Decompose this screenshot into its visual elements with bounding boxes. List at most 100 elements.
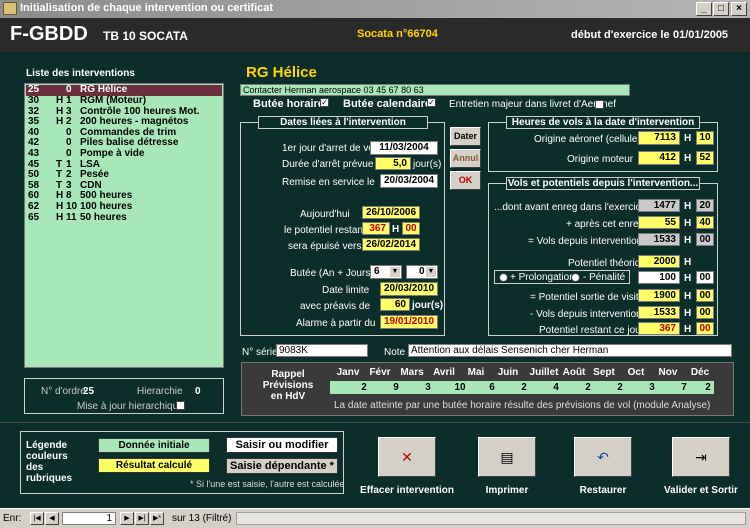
origine-aeronef-minutes[interactable]: 10 xyxy=(696,131,714,145)
new-record-button[interactable]: ▶* xyxy=(150,512,164,525)
month-label: Janv xyxy=(336,367,360,378)
window-titlebar: Initialisation de chaque intervention ou… xyxy=(0,0,750,18)
entretien-majeur-checkbox[interactable] xyxy=(595,100,604,109)
restant-hours: 367 xyxy=(362,222,390,235)
remise-field[interactable]: 20/03/2004 xyxy=(380,174,438,188)
origine-aeronef-hours[interactable]: 7113 xyxy=(638,131,680,145)
chevron-down-icon[interactable]: ▼ xyxy=(426,267,436,277)
preavis-unit: jour(s) xyxy=(412,300,444,311)
month-label: Déc xyxy=(690,367,710,378)
restant-hours-unit: H xyxy=(392,224,400,235)
printer-icon: ▤ xyxy=(500,449,514,465)
month-label: Mai xyxy=(467,367,485,378)
horizontal-scrollbar[interactable] xyxy=(236,512,746,525)
ok-button[interactable]: OK xyxy=(450,171,481,190)
limite-field: 20/03/2010 xyxy=(380,282,438,296)
origine-aeronef-hours-unit: H xyxy=(684,133,692,144)
butee-calendaire-checkbox[interactable]: ✓ xyxy=(427,98,436,107)
dater-button[interactable]: Dater xyxy=(450,127,481,146)
duree-field[interactable]: 5,0 xyxy=(375,157,411,170)
butee-an-select[interactable]: 6 ▼ xyxy=(370,265,402,279)
list-item[interactable]: 62 H 10 100 heures xyxy=(26,201,222,213)
origine-moteur-hours-unit: H xyxy=(684,153,692,164)
butee-jours-select[interactable]: 0 ▼ xyxy=(406,265,438,279)
butee-calendaire-label: Butée calendaire xyxy=(343,98,432,110)
preavis-field[interactable]: 60 xyxy=(380,298,410,311)
first-record-button[interactable]: |◀ xyxy=(30,512,44,525)
ordre-panel: N° d'ordre 25 Hierarchie 0 Mise à jour h… xyxy=(24,378,224,414)
month-value: 3 xyxy=(649,382,655,393)
note-field[interactable]: Attention aux délais Sensenich cher Herm… xyxy=(408,344,732,357)
arret-field[interactable]: 11/03/2004 xyxy=(370,141,438,155)
interventions-list[interactable]: 25 0 RG Hélice 30 H 1 RGM (Moteur) 32 H 3 Contrô… xyxy=(24,83,224,368)
preavis-label: avec préavis de xyxy=(300,301,371,312)
restaurer-button[interactable]: ↶ xyxy=(574,437,632,477)
legend-title: Légende couleurs des rubriques xyxy=(26,440,73,484)
origine-moteur-minutes[interactable]: 52 xyxy=(696,151,714,165)
exercice-hours-unit: H xyxy=(684,201,692,212)
aircraft-serial: Socata n°66704 xyxy=(357,28,438,40)
ordre-label: N° d'ordre xyxy=(41,386,86,397)
butee-horaire-label: Butée horaire xyxy=(253,98,324,110)
penalite-minutes[interactable]: 00 xyxy=(696,271,714,284)
valider-button[interactable]: ⇥ xyxy=(672,437,730,477)
maximize-button[interactable]: □ xyxy=(713,2,729,16)
month-value: 2 xyxy=(585,382,591,393)
depuis-label: = Vols depuis intervention xyxy=(528,236,643,247)
month-label: Oct xyxy=(627,367,645,378)
butee-horaire-checkbox[interactable]: ✓ xyxy=(320,98,329,107)
minimize-button[interactable]: _ xyxy=(696,2,712,16)
record-number-input[interactable]: 1 xyxy=(62,512,116,525)
alarme-field: 19/01/2010 xyxy=(380,315,438,329)
penalite-label: - Pénalité xyxy=(583,272,626,283)
undo-icon: ↶ xyxy=(597,449,609,465)
restant-label: le potentiel restant xyxy=(284,225,366,236)
restant-ce-jour-label: Potentiel restant ce jour xyxy=(539,325,645,336)
month-value: 2 xyxy=(521,382,527,393)
maj-checkbox[interactable] xyxy=(176,401,185,410)
legend-note: * Si l'une est saisie, l'autre est calcu… xyxy=(190,479,345,489)
penalite-radio[interactable] xyxy=(571,273,580,282)
month-value: 6 xyxy=(489,382,495,393)
month-value: 3 xyxy=(425,382,431,393)
effacer-button[interactable]: ✕ xyxy=(378,437,436,477)
intervention-title: RG Hélice xyxy=(246,64,317,81)
exercise-date: 01/01/2005 xyxy=(673,29,729,41)
butee-label: Butée (An + Jours) xyxy=(290,268,374,279)
chevron-down-icon[interactable]: ▼ xyxy=(390,267,400,277)
rappel-footnote: La date atteinte par une butée horaire r… xyxy=(334,400,711,411)
list-item[interactable]: 30 H 1 RGM (Moteur) xyxy=(26,95,222,107)
serie-field[interactable]: 9083K xyxy=(276,344,368,357)
prev-record-button[interactable]: ◀ xyxy=(45,512,59,525)
list-item[interactable]: 65 H 11 50 heures xyxy=(26,212,222,224)
prolongation-group: + Prolongation - Pénalité xyxy=(494,270,630,284)
origine-moteur-hours[interactable]: 412 xyxy=(638,151,680,165)
month-value: 2 xyxy=(361,382,367,393)
month-value: 2 xyxy=(705,382,711,393)
close-button[interactable]: × xyxy=(731,2,747,16)
remise-label: Remise en service le xyxy=(282,177,375,188)
depuis-minutes: 00 xyxy=(696,233,714,246)
apres-label: + après cet enreg. xyxy=(566,219,647,230)
penalite-hours[interactable]: 100 xyxy=(638,271,680,284)
aircraft-registration: F-GBDD xyxy=(10,23,88,45)
sortie-hours-unit: H xyxy=(684,291,692,302)
list-item[interactable]: 25 0 RG Hélice xyxy=(26,84,222,96)
aircraft-model: TB 10 SOCATA xyxy=(103,29,188,43)
contact-field[interactable]: Contacter Herman aerospace 03 45 67 80 6… xyxy=(240,84,630,96)
last-record-button[interactable]: ▶| xyxy=(135,512,149,525)
aujourdhui-label: Aujourd'hui xyxy=(300,209,350,220)
exercice-label: ...dont avant enreg dans l'exercice xyxy=(494,202,647,213)
annul-button[interactable]: Annul xyxy=(450,149,481,168)
heures-title: Heures de vols à la date d'intervention xyxy=(506,116,700,129)
next-record-button[interactable]: ▶ xyxy=(120,512,134,525)
restaurer-label: Restaurer xyxy=(579,485,627,496)
window-title: Initialisation de chaque intervention ou… xyxy=(20,2,274,14)
prolongation-radio[interactable] xyxy=(499,273,508,282)
list-item[interactable]: 43 0 Pompe à vide xyxy=(26,148,222,160)
exercice-hours: 1477 xyxy=(638,199,680,212)
valider-label: Valider et Sortir xyxy=(664,485,738,496)
month-label: Mars xyxy=(400,367,424,378)
aujourdhui-field: 26/10/2006 xyxy=(362,206,420,219)
imprimer-button[interactable]: ▤ xyxy=(478,437,536,477)
